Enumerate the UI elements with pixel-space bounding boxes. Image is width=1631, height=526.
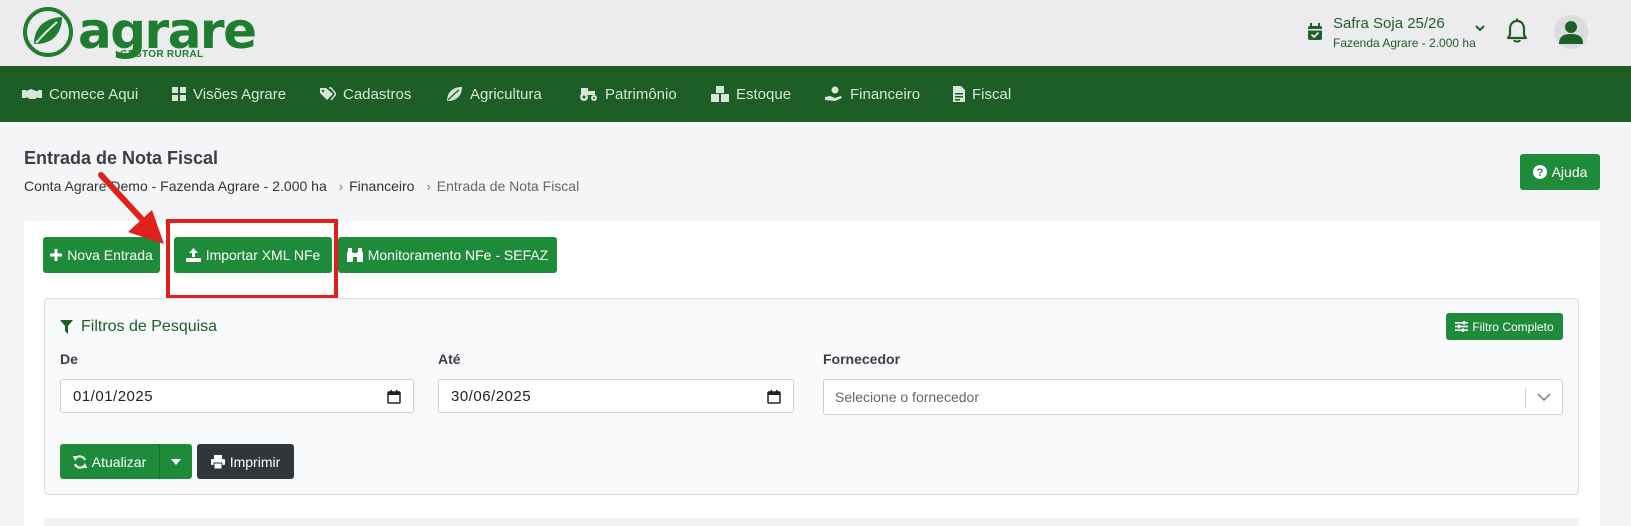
hand-coin-icon (825, 86, 842, 101)
update-split-button: Atualizar (60, 444, 192, 479)
refresh-icon (72, 454, 87, 469)
nav-item-financeiro[interactable]: Financeiro (825, 83, 920, 105)
nav-label: Estoque (736, 85, 792, 103)
to-date-label: Até (438, 351, 461, 367)
bell-icon[interactable] (1506, 18, 1528, 44)
to-date-input[interactable]: 30/06/2025 (438, 379, 794, 413)
nav-item-agricultura[interactable]: Agricultura (445, 83, 542, 105)
nav-item-visoes-agrare[interactable]: Visões Agrare (172, 83, 286, 105)
results-area (44, 518, 1579, 526)
nav-item-estoque[interactable]: Estoque (711, 83, 791, 105)
calendar-icon[interactable] (387, 390, 401, 404)
main-nav: Comece Aqui Visões Agrare Cadastros Agri… (0, 66, 1631, 122)
select-divider (1525, 388, 1526, 408)
filter-icon (60, 320, 73, 334)
monitoring-nfe-button[interactable]: Monitoramento NFe - SEFAZ (338, 237, 557, 273)
monitoring-nfe-label: Monitoramento NFe - SEFAZ (367, 247, 549, 263)
calendar-icon[interactable] (767, 390, 781, 404)
agrare-logo[interactable]: agrare GESTOR RURAL (22, 2, 257, 62)
tractor-icon (580, 88, 597, 101)
new-entry-label: Nova Entrada (67, 247, 153, 263)
svg-text:?: ? (1536, 167, 1543, 179)
chevron-down-icon (1475, 25, 1485, 32)
breadcrumb-account[interactable]: Conta Agrare Demo - Fazenda Agrare - 2.0… (24, 178, 327, 194)
filter-title-label: Filtros de Pesquisa (81, 318, 218, 335)
nav-item-comece-aqui[interactable]: Comece Aqui (22, 83, 138, 105)
nav-item-cadastros[interactable]: Cadastros (320, 83, 411, 105)
chevron-down-icon[interactable] (1537, 393, 1551, 402)
season-name: Safra Soja 25/26 (1333, 15, 1445, 32)
new-entry-button[interactable]: Nova Entrada (43, 237, 160, 273)
supplier-select[interactable]: Selecione o fornecedor (823, 379, 1563, 415)
print-button[interactable]: Imprimir (197, 444, 294, 479)
sliders-icon (1455, 321, 1469, 332)
top-bar: agrare GESTOR RURAL Safra Soja 25/26 Faz… (0, 0, 1631, 66)
nav-label: Comece Aqui (49, 85, 139, 103)
grid-icon (172, 87, 186, 101)
logo-tagline: GESTOR RURAL (120, 49, 204, 60)
tags-icon (320, 87, 336, 101)
binoculars-icon (346, 248, 363, 262)
nav-label: Fiscal (972, 85, 1012, 103)
question-circle-icon: ? (1532, 165, 1547, 179)
help-label: Ajuda (1551, 164, 1588, 180)
update-button[interactable]: Atualizar (60, 444, 160, 479)
supplier-label: Fornecedor (823, 351, 901, 367)
breadcrumb-separator-icon: › (426, 178, 431, 194)
user-avatar[interactable] (1554, 15, 1588, 49)
breadcrumb-financeiro[interactable]: Financeiro (349, 178, 414, 194)
nav-label: Visões Agrare (193, 85, 287, 103)
breadcrumb: Conta Agrare Demo - Fazenda Agrare - 2.0… (24, 178, 579, 194)
nav-item-patrimonio[interactable]: Patrimônio (578, 83, 677, 105)
nav-label: Cadastros (343, 85, 412, 103)
breadcrumb-current: Entrada de Nota Fiscal (436, 178, 580, 194)
leaf-logo-icon (23, 7, 73, 57)
printer-icon (210, 454, 225, 469)
plus-icon (50, 249, 63, 261)
caret-down-icon (171, 458, 181, 465)
from-date-input[interactable]: 01/01/2025 (60, 379, 414, 413)
breadcrumb-separator-icon: › (338, 178, 344, 194)
nav-label: Agricultura (470, 85, 542, 103)
file-invoice-icon (953, 86, 965, 102)
highlight-box (166, 219, 338, 299)
leaf-icon (447, 87, 462, 101)
full-filter-button[interactable]: Filtro Completo (1446, 313, 1563, 340)
page-title: Entrada de Nota Fiscal (24, 148, 219, 168)
from-date-label: De (60, 351, 78, 367)
nav-label: Financeiro (850, 85, 921, 103)
full-filter-label: Filtro Completo (1472, 319, 1554, 334)
calendar-check-icon (1308, 23, 1322, 40)
update-dropdown-toggle[interactable] (160, 444, 192, 479)
help-button[interactable]: ? Ajuda (1520, 154, 1600, 190)
nav-item-fiscal[interactable]: Fiscal (953, 83, 1011, 105)
print-label: Imprimir (229, 453, 281, 470)
nav-label: Patrimônio (605, 85, 677, 103)
farm-name: Fazenda Agrare - 2.000 ha (1333, 36, 1476, 50)
filter-title: Filtros de Pesquisa (60, 318, 217, 336)
to-date-value: 30/06/2025 (451, 387, 532, 405)
supplier-placeholder: Selecione o fornecedor (835, 389, 979, 405)
season-selector[interactable]: Safra Soja 25/26 Fazenda Agrare - 2.000 … (1307, 14, 1492, 54)
handshake-icon (22, 89, 42, 99)
user-icon (1559, 21, 1583, 44)
from-date-value: 01/01/2025 (73, 387, 154, 405)
update-label: Atualizar (91, 453, 147, 470)
boxes-icon (711, 86, 729, 102)
